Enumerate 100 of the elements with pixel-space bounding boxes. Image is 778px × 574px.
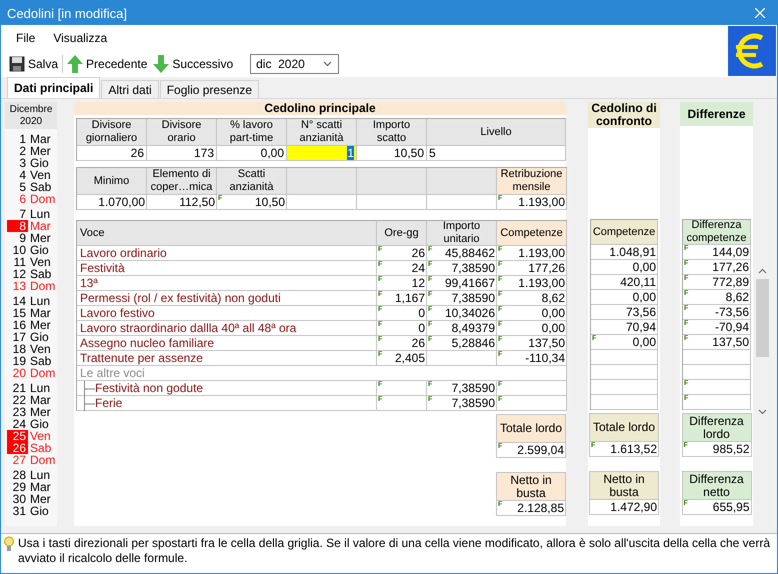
cell-value[interactable]: 137,50: [712, 335, 749, 349]
cell-value[interactable]: 5,28846: [452, 336, 495, 350]
cell-value[interactable]: 1.472,90: [610, 500, 657, 514]
day-number[interactable]: 23: [7, 406, 28, 418]
row-label[interactable]: Trattenute per assenze: [77, 351, 377, 366]
toolbar-button[interactable]: Precedente: [64, 53, 150, 75]
day-number[interactable]: 12: [7, 268, 28, 280]
day-number[interactable]: 27: [7, 454, 28, 466]
cell-value[interactable]: 0: [418, 306, 425, 320]
tab[interactable]: Foglio presenze: [160, 80, 260, 98]
cell-value[interactable]: 772,89: [712, 275, 749, 289]
menu-item[interactable]: File: [7, 31, 44, 45]
day-number[interactable]: 30: [7, 493, 28, 505]
menu-item[interactable]: Visualizza: [44, 31, 116, 45]
tab[interactable]: Dati principali: [7, 77, 100, 98]
day-number[interactable]: 21: [7, 382, 28, 394]
cell-value[interactable]: 24: [412, 261, 425, 275]
day-number[interactable]: 20: [7, 367, 28, 379]
cell-value[interactable]: 26: [412, 336, 425, 350]
day-number[interactable]: 9: [7, 232, 28, 244]
cell-value[interactable]: 1.193,00: [518, 195, 565, 209]
day-number[interactable]: 25: [7, 430, 28, 442]
table-cell[interactable]: 26: [77, 146, 147, 161]
table-cell[interactable]: 173: [147, 146, 217, 161]
cell-value[interactable]: 7,38590: [452, 396, 495, 410]
day-number[interactable]: 7: [7, 208, 28, 220]
cell-value[interactable]: 7,38590: [452, 291, 495, 305]
cell-value[interactable]: 655,95: [712, 500, 750, 514]
cell-value[interactable]: 2.128,85: [517, 501, 564, 515]
row-label[interactable]: Lavoro ordinario: [77, 246, 377, 261]
day-number[interactable]: 8: [7, 220, 28, 232]
row-label[interactable]: 13ª: [77, 276, 377, 291]
cell-value[interactable]: 0,00: [542, 321, 565, 335]
cell-value[interactable]: 26: [412, 246, 425, 260]
day-number[interactable]: 10: [7, 244, 28, 256]
day-number[interactable]: 13: [7, 280, 28, 292]
day-number[interactable]: 19: [7, 355, 28, 367]
cell-value[interactable]: 0,00: [632, 260, 656, 274]
cell-value[interactable]: -110,34: [525, 351, 565, 365]
cell-value[interactable]: -73,56: [714, 305, 749, 319]
cell-value[interactable]: 1.613,52: [610, 442, 657, 456]
cell-value[interactable]: 0,00: [632, 290, 656, 304]
cell-value[interactable]: 12: [412, 276, 425, 290]
day-number[interactable]: 5: [7, 181, 28, 193]
day-number[interactable]: 16: [7, 319, 28, 331]
row-label[interactable]: Festività non godute: [95, 381, 204, 395]
day-number[interactable]: 14: [7, 295, 28, 307]
day-number[interactable]: 4: [7, 169, 28, 181]
row-label[interactable]: Ferie: [95, 396, 122, 410]
table-cell[interactable]: 5: [427, 146, 566, 161]
day-number[interactable]: 3: [7, 157, 28, 169]
cell-value[interactable]: -70,94: [714, 320, 749, 334]
cell-value[interactable]: 144,09: [712, 245, 749, 259]
cell-value[interactable]: 1.193,00: [518, 246, 565, 260]
day-number[interactable]: 28: [7, 469, 28, 481]
day-number[interactable]: 31: [7, 505, 28, 517]
cell-value[interactable]: 2.599,04: [517, 443, 564, 457]
cell-value[interactable]: 99,41667: [444, 276, 495, 290]
day-number[interactable]: 11: [7, 256, 28, 268]
cell-value[interactable]: 7,38590: [452, 261, 495, 275]
row-label[interactable]: Lavoro straordinario dallla 40ª all 48ª ora: [77, 321, 377, 336]
cell-value[interactable]: 1.070,00: [98, 195, 145, 209]
cell-value[interactable]: 45,88462: [444, 246, 495, 260]
cell-value[interactable]: 112,50: [179, 195, 215, 209]
cell-value[interactable]: 0,00: [542, 306, 565, 320]
cell-value[interactable]: 1,167: [394, 291, 425, 305]
day-number[interactable]: 18: [7, 343, 28, 355]
day-number[interactable]: 17: [7, 331, 28, 343]
cell-value[interactable]: 0: [418, 321, 425, 335]
period-dropdown[interactable]: dic 2020: [250, 54, 340, 74]
cell-value[interactable]: 1.193,00: [518, 276, 565, 290]
row-label[interactable]: Lavoro festivo: [77, 306, 377, 321]
cell-value[interactable]: 177,26: [712, 260, 749, 274]
day-number[interactable]: 15: [7, 307, 28, 319]
cell-value[interactable]: 137,50: [528, 336, 565, 350]
cell-value[interactable]: 73,56: [626, 305, 656, 319]
cell-value[interactable]: 8,62: [542, 291, 565, 305]
row-label[interactable]: Assegno nucleo familiare: [77, 336, 377, 351]
toolbar-button[interactable]: Salva: [6, 53, 62, 75]
table-cell[interactable]: 1: [287, 146, 357, 161]
cell-value[interactable]: 10,50: [254, 195, 285, 209]
day-number[interactable]: 24: [7, 418, 28, 430]
day-number[interactable]: 22: [7, 394, 28, 406]
row-label[interactable]: Festività: [77, 261, 377, 276]
cell-value[interactable]: 177,26: [528, 261, 565, 275]
table-cell[interactable]: 10,50: [357, 146, 427, 161]
cell-value[interactable]: 10,34026: [444, 306, 495, 320]
day-number[interactable]: 2: [7, 145, 28, 157]
cell-value[interactable]: 1.048,91: [609, 245, 656, 259]
cell-value[interactable]: 8,62: [726, 290, 749, 304]
cell-value[interactable]: 70,94: [626, 320, 656, 334]
toolbar-button[interactable]: Successivo: [150, 53, 236, 75]
scroll-thumb[interactable]: [756, 279, 768, 357]
cell-value[interactable]: 2,405: [394, 351, 425, 365]
row-label[interactable]: Permessi (rol / ex festività) non goduti: [77, 291, 377, 306]
cell-value[interactable]: 420,11: [620, 275, 656, 289]
day-number[interactable]: 1: [7, 133, 28, 145]
day-number[interactable]: 29: [7, 481, 28, 493]
cell-value[interactable]: 7,38590: [452, 381, 495, 395]
tab[interactable]: Altri dati: [101, 80, 159, 98]
